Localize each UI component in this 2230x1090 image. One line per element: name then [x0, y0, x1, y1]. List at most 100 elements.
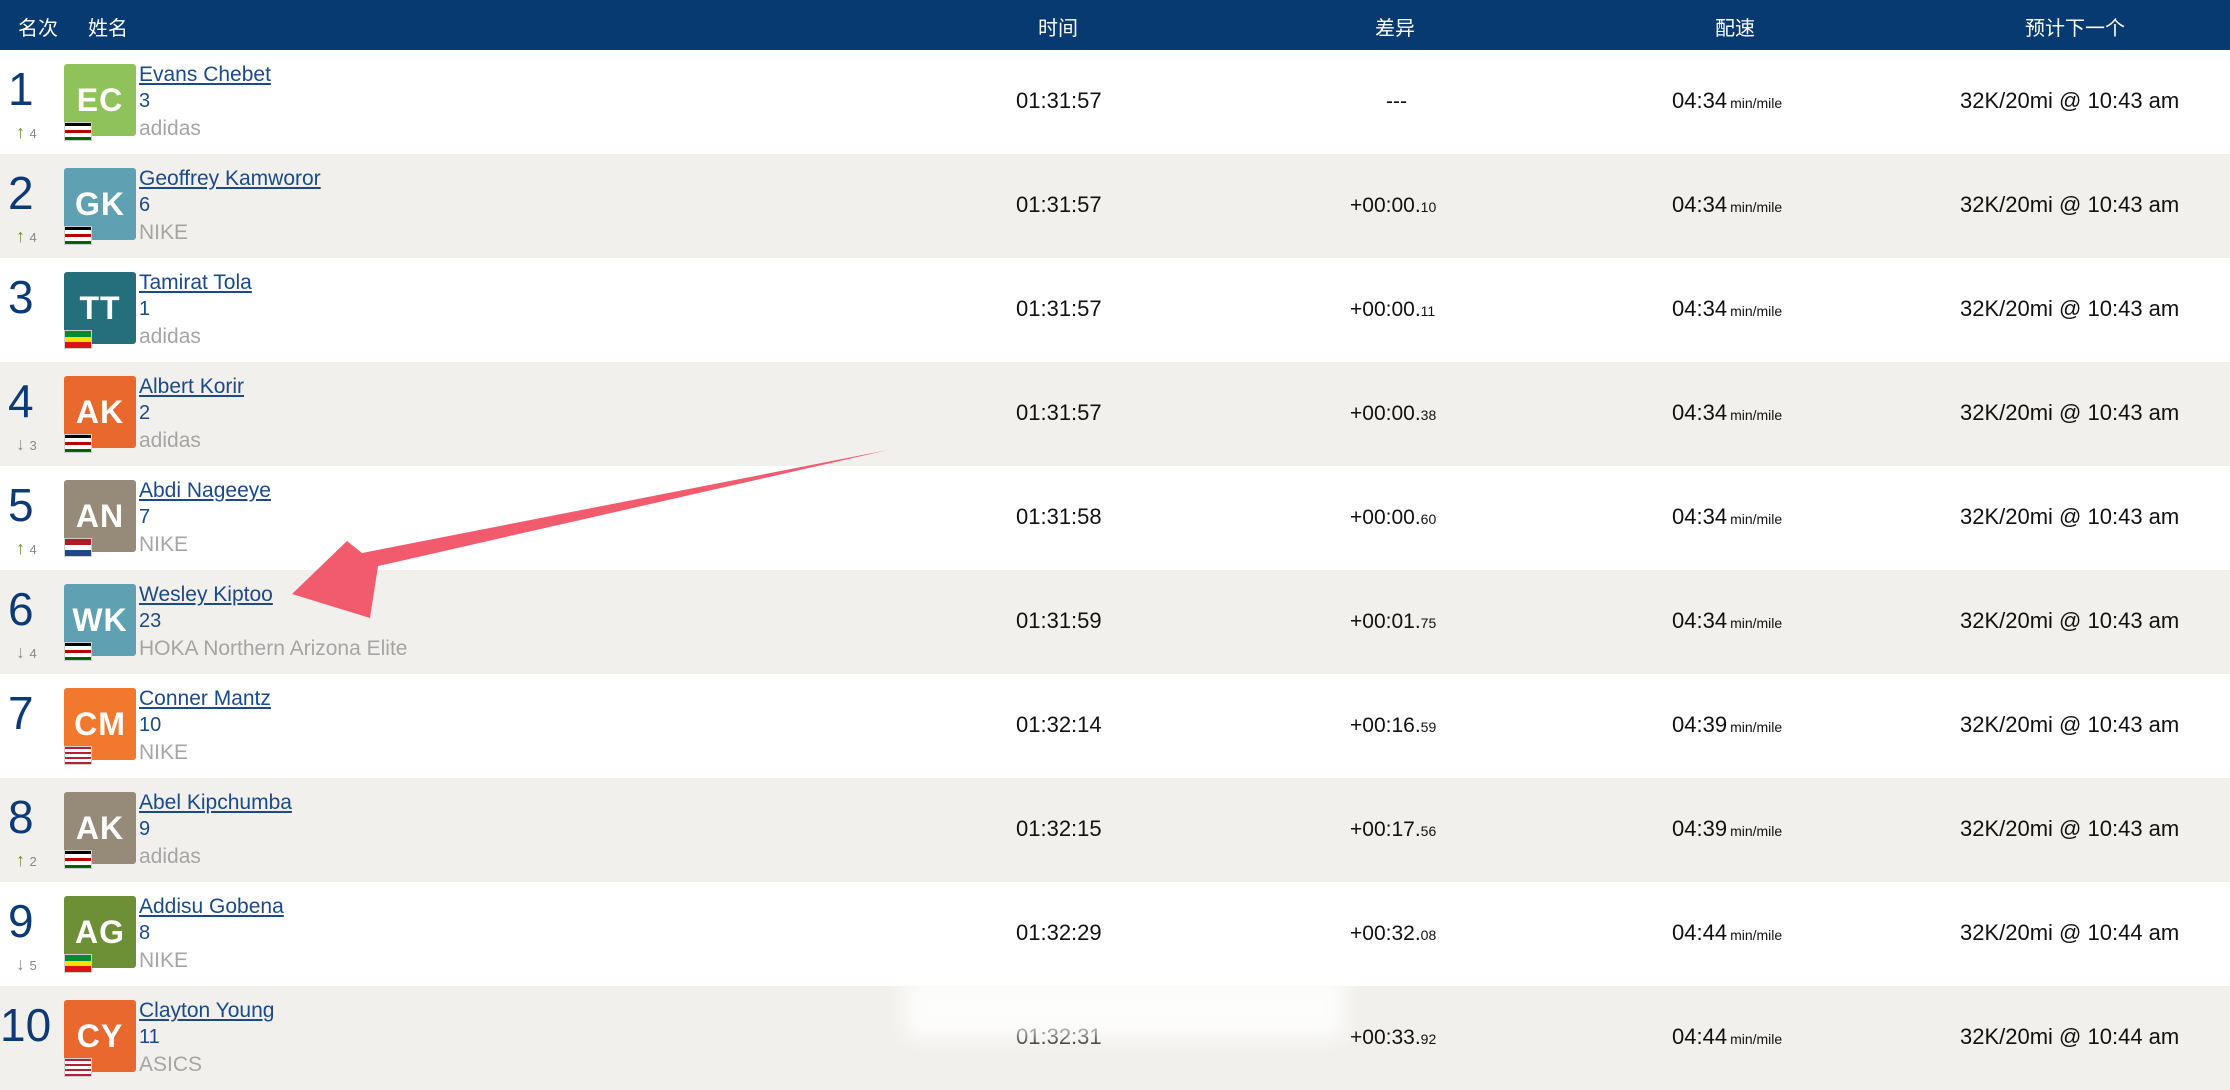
diff-main: +00:01. [1350, 610, 1421, 633]
table-row[interactable]: 9 ↓ 5 AG Addisu Gobena 8 NIKE 01:32:29 +… [0, 882, 2230, 986]
avatar-initials: WK [72, 601, 128, 638]
bib-number: 8 [139, 922, 151, 944]
athlete-name-link[interactable]: Abel Kipchumba [139, 791, 292, 815]
avatar-initials: AK [75, 809, 125, 846]
table-row[interactable]: 2 ↑ 4 GK Geoffrey Kamworor 6 NIKE 01:31:… [0, 154, 2230, 258]
pace-unit: min/mile [1730, 615, 1783, 631]
projected-next-split: 32K/20mi @ 10:43 am [1960, 712, 2180, 737]
diff-main: +00:00. [1350, 402, 1421, 425]
header-pace[interactable]: 配速 [1715, 12, 1755, 41]
rank-number: 3 [8, 271, 34, 323]
avatar-initials: EC [76, 81, 124, 118]
header-diff[interactable]: 差异 [1375, 12, 1415, 41]
position-arrow-icon: ↑ [16, 122, 25, 142]
avatar-initials: TT [79, 289, 121, 326]
table-row[interactable]: 6 ↓ 4 WK Wesley Kiptoo 23 HOKA Northern … [0, 570, 2230, 674]
finish-time: 01:32:29 [1016, 920, 1102, 945]
table-row[interactable]: 3 TT Tamirat Tola 1 adidas 01:31:57 +00:… [0, 258, 2230, 362]
rank-number: 9 [8, 895, 34, 947]
header-time[interactable]: 时间 [1038, 12, 1078, 41]
time-difference: +00:00.11 [1350, 298, 1435, 322]
bib-number: 11 [139, 1026, 160, 1048]
team-name: NIKE [139, 533, 189, 556]
diff-hundredths: 38 [1420, 407, 1437, 423]
team-name: NIKE [139, 741, 189, 764]
position-change: ↓ 5 [16, 954, 37, 975]
pace: 04:44 min/mile [1672, 920, 1782, 946]
time-difference: --- [1386, 90, 1407, 114]
pace-value: 04:34 [1672, 296, 1728, 321]
bib-number: 2 [139, 402, 151, 424]
blurred-region [905, 976, 1345, 1038]
pace: 04:39 min/mile [1672, 816, 1782, 842]
position-change: ↑ 4 [16, 226, 37, 247]
athlete-name-link[interactable]: Conner Mantz [139, 687, 271, 711]
athlete-name-link[interactable]: Tamirat Tola [139, 271, 252, 295]
bib-number: 10 [139, 714, 162, 736]
avatar-initials: AN [75, 497, 125, 534]
header-name[interactable]: 姓名 [88, 12, 128, 41]
time-difference: +00:16.59 [1350, 714, 1436, 738]
usa-flag-icon [64, 746, 92, 765]
rank-number: 8 [8, 791, 34, 843]
pace: 04:34 min/mile [1672, 192, 1782, 218]
bib-number: 23 [139, 610, 162, 632]
position-change: ↑ 2 [16, 850, 37, 871]
position-arrow-icon: ↑ [16, 538, 25, 558]
table-row[interactable]: 1 ↑ 4 EC Evans Chebet 3 adidas 01:31:57 … [0, 50, 2230, 154]
finish-time: 01:32:14 [1016, 712, 1102, 737]
diff-main: +00:00. [1350, 506, 1421, 529]
pace: 04:39 min/mile [1672, 712, 1782, 738]
pace-unit: min/mile [1730, 823, 1783, 839]
athlete-name-link[interactable]: Clayton Young [139, 999, 274, 1023]
table-row[interactable]: 5 ↑ 4 AN Abdi Nageeye 7 NIKE 01:31:58 +0… [0, 466, 2230, 570]
projected-next-split: 32K/20mi @ 10:44 am [1960, 1024, 2180, 1049]
diff-hundredths: 56 [1420, 823, 1437, 839]
rank-number: 2 [8, 167, 34, 219]
bib-number: 6 [139, 194, 151, 216]
athlete-name-link[interactable]: Addisu Gobena [139, 895, 284, 919]
pace-unit: min/mile [1730, 1031, 1783, 1047]
pace: 04:34 min/mile [1672, 504, 1782, 530]
position-arrow-icon: ↑ [16, 226, 25, 246]
diff-main: --- [1386, 90, 1407, 113]
rank-number: 1 [8, 63, 34, 115]
position-change-value: 5 [29, 958, 37, 973]
kenya-flag-icon [64, 226, 92, 245]
finish-time: 01:31:57 [1016, 192, 1102, 217]
pace: 04:44 min/mile [1672, 1024, 1782, 1050]
pace-value: 04:39 [1672, 816, 1728, 841]
position-arrow-icon: ↓ [16, 954, 25, 974]
avatar-initials: CM [74, 705, 126, 742]
pace-value: 04:34 [1672, 192, 1728, 217]
athlete-name-link[interactable]: Geoffrey Kamworor [139, 167, 321, 191]
table-row[interactable]: 7 CM Conner Mantz 10 NIKE 01:32:14 +00:1… [0, 674, 2230, 778]
athlete-name-link[interactable]: Wesley Kiptoo [139, 583, 273, 607]
athlete-name-link[interactable]: Albert Korir [139, 375, 244, 399]
diff-hundredths: 92 [1420, 1031, 1437, 1047]
pace: 04:34 min/mile [1672, 608, 1782, 634]
rank-number: 7 [8, 687, 34, 739]
table-row[interactable]: 4 ↓ 3 AK Albert Korir 2 adidas 01:31:57 … [0, 362, 2230, 466]
pace-value: 04:34 [1672, 400, 1728, 425]
athlete-name-link[interactable]: Abdi Nageeye [139, 479, 271, 503]
rank-number: 4 [8, 375, 34, 427]
position-change: ↑ 4 [16, 538, 37, 559]
diff-hundredths: 08 [1420, 927, 1437, 943]
position-change: ↑ 4 [16, 122, 37, 143]
table-row[interactable]: 8 ↑ 2 AK Abel Kipchumba 9 adidas 01:32:1… [0, 778, 2230, 882]
finish-time: 01:31:59 [1016, 608, 1102, 633]
projected-next-split: 32K/20mi @ 10:43 am [1960, 608, 2180, 633]
header-rank[interactable]: 名次 [18, 12, 58, 41]
kenya-flag-icon [64, 122, 92, 141]
athlete-name-link[interactable]: Evans Chebet [139, 63, 271, 87]
time-difference: +00:00.60 [1350, 506, 1436, 530]
time-difference: +00:01.75 [1350, 610, 1436, 634]
kenya-flag-icon [64, 642, 92, 661]
position-arrow-icon: ↑ [16, 850, 25, 870]
finish-time: 01:31:57 [1016, 400, 1102, 425]
header-projection[interactable]: 预计下一个 [2025, 12, 2125, 41]
projected-next-split: 32K/20mi @ 10:44 am [1960, 920, 2180, 945]
pace-value: 04:34 [1672, 608, 1728, 633]
projected-next-split: 32K/20mi @ 10:43 am [1960, 816, 2180, 841]
